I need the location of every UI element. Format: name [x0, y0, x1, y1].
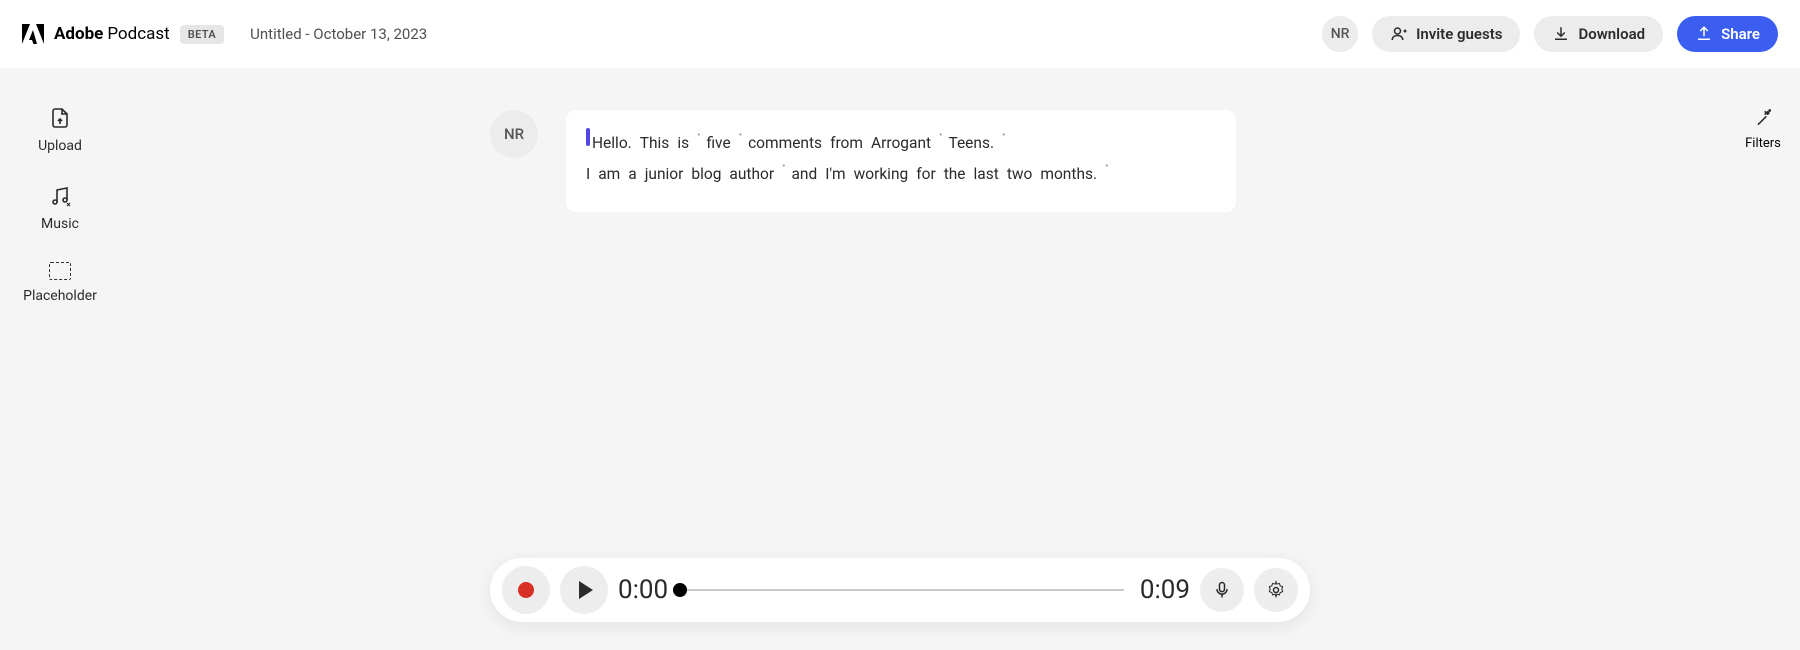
user-avatar[interactable]: NR [1322, 16, 1358, 52]
download-icon [1552, 25, 1570, 43]
share-button[interactable]: Share [1677, 16, 1778, 52]
transcript-word[interactable]: is [677, 128, 689, 159]
transcript-word[interactable]: five [706, 128, 730, 159]
share-icon [1695, 25, 1713, 43]
player-bar: 0:00 0:09 [490, 558, 1310, 622]
play-button[interactable] [560, 566, 608, 614]
filters-button[interactable]: Filters [1745, 108, 1781, 151]
transcript-word[interactable]: the [944, 159, 966, 190]
invite-label: Invite guests [1416, 25, 1502, 43]
download-button[interactable]: Download [1534, 16, 1663, 52]
transcript-word[interactable]: am [598, 159, 620, 190]
transcript-word[interactable]: This [640, 128, 670, 159]
pause-dot: • [739, 126, 742, 157]
total-time: 0:09 [1140, 575, 1190, 605]
pause-dot: • [782, 157, 785, 188]
share-label: Share [1721, 25, 1760, 43]
brand-name: Adobe [54, 24, 103, 44]
pause-dot: • [1002, 126, 1005, 157]
transcript-word[interactable]: two [1007, 159, 1033, 190]
sidebar-item-label: Upload [38, 138, 82, 154]
invite-guests-button[interactable]: Invite guests [1372, 16, 1520, 52]
play-icon [579, 581, 593, 599]
placeholder-icon [49, 262, 71, 280]
record-icon [518, 582, 534, 598]
sidebar-item-placeholder[interactable]: Placeholder [23, 262, 97, 304]
music-icon [48, 184, 72, 208]
invite-icon [1390, 25, 1408, 43]
progress-track[interactable] [680, 589, 1124, 591]
transcript-word[interactable]: Hello. [592, 128, 632, 159]
right-sidebar: Filters [1726, 68, 1800, 650]
transcript-word[interactable]: comments [748, 128, 822, 159]
mic-button[interactable] [1200, 568, 1244, 612]
transcript-word[interactable]: and [791, 159, 817, 190]
transcript-word[interactable]: junior [645, 159, 684, 190]
app-logo: Adobe Podcast BETA [22, 24, 224, 44]
main-area: Upload Music Placeholder NR Hello. Thisis… [0, 68, 1800, 650]
transcript-word[interactable]: I'm [825, 159, 845, 190]
transcript-word[interactable]: working [854, 159, 909, 190]
adobe-logo-icon [22, 24, 44, 44]
filters-label: Filters [1745, 136, 1781, 151]
beta-badge: BETA [180, 25, 224, 44]
speaker-avatar[interactable]: NR [490, 110, 538, 158]
product-name: Podcast [107, 24, 169, 44]
pause-dot: • [1105, 157, 1108, 188]
transcript-word[interactable]: last [974, 159, 999, 190]
progress-handle[interactable] [673, 583, 687, 597]
transcript-word[interactable]: blog [691, 159, 721, 190]
transcript-word[interactable]: a [628, 159, 636, 190]
header-left: Adobe Podcast BETA Untitled - October 13… [22, 24, 427, 44]
download-label: Download [1578, 25, 1645, 43]
sidebar-item-label: Placeholder [23, 288, 97, 304]
header-right: NR Invite guests Download Share [1322, 16, 1778, 52]
transcript-row: NR Hello.Thisis•five•commentsfromArrogan… [490, 110, 1726, 212]
transcript-card[interactable]: Hello.Thisis•five•commentsfromArrogant•T… [566, 110, 1236, 212]
pause-dot: • [697, 126, 700, 157]
sidebar-item-upload[interactable]: Upload [38, 106, 82, 154]
transcript-word[interactable]: Teens. [948, 128, 994, 159]
text-cursor [586, 128, 590, 146]
app-header: Adobe Podcast BETA Untitled - October 13… [0, 0, 1800, 68]
pause-dot: • [939, 126, 942, 157]
filters-icon [1753, 108, 1773, 128]
transcript-word[interactable]: author [729, 159, 774, 190]
record-button[interactable] [502, 566, 550, 614]
transcript-word[interactable]: months. [1040, 159, 1097, 190]
transcript-word[interactable]: Arrogant [871, 128, 931, 159]
sidebar-item-label: Music [41, 216, 79, 232]
current-time: 0:00 [618, 575, 668, 605]
transcript-word[interactable]: I [586, 159, 590, 190]
sidebar-item-music[interactable]: Music [41, 184, 79, 232]
transcript-word[interactable]: from [830, 128, 863, 159]
gear-icon [1266, 580, 1286, 600]
left-sidebar: Upload Music Placeholder [0, 68, 120, 650]
upload-icon [48, 106, 72, 130]
transcript-word[interactable]: for [916, 159, 935, 190]
settings-button[interactable] [1254, 568, 1298, 612]
project-title[interactable]: Untitled - October 13, 2023 [250, 25, 427, 43]
mic-icon [1212, 580, 1232, 600]
